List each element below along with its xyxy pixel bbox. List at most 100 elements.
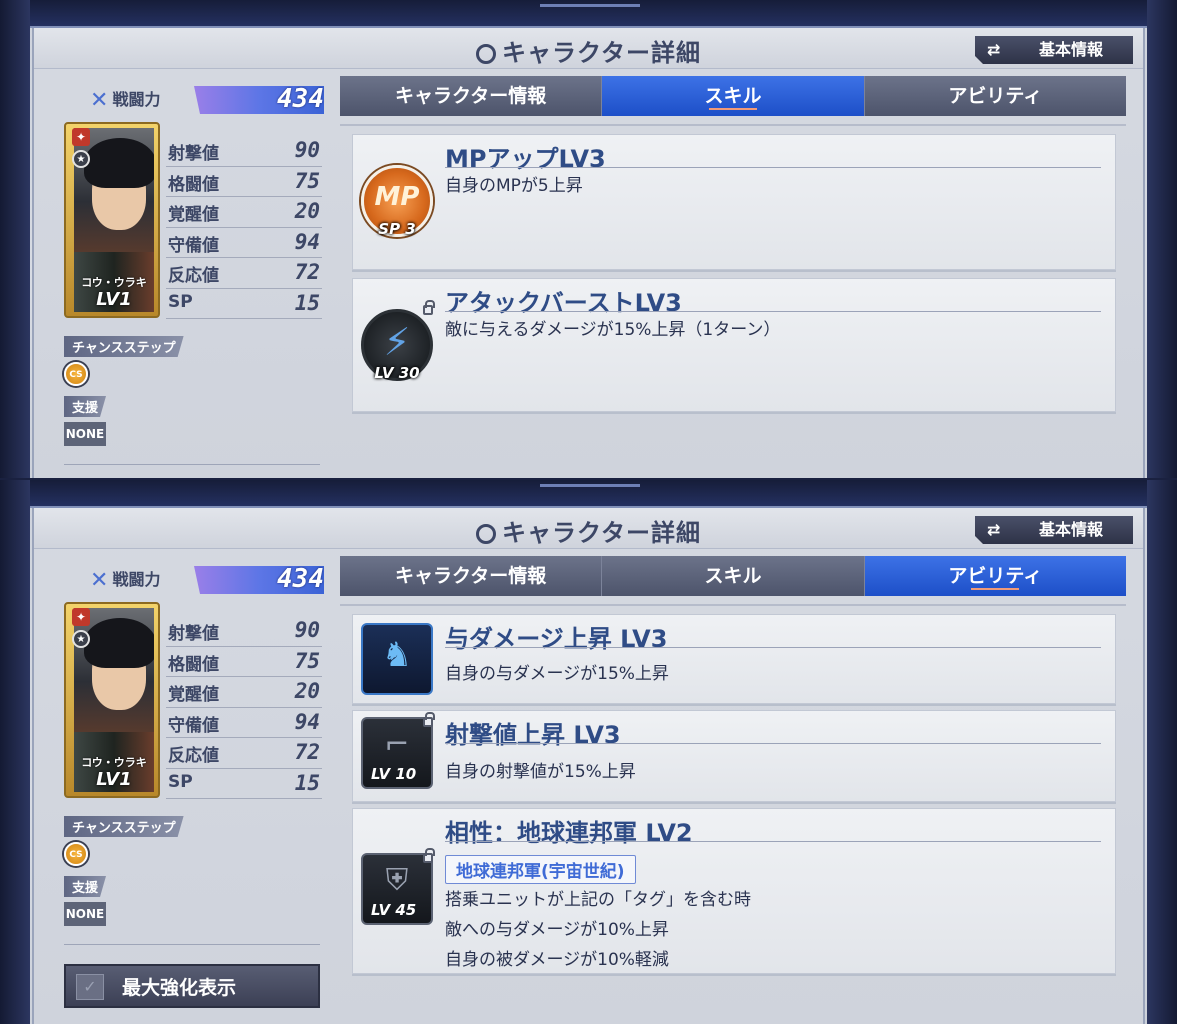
stat-value: 94	[294, 229, 320, 254]
stats-list: 射撃値 90 格闘値 75 覚醒値 20 守備値 94 反応値 72 SP 15	[166, 616, 322, 799]
shuffle-icon: ⇄	[987, 40, 1001, 59]
lock-icon	[423, 712, 435, 727]
stat-row: SP 15	[166, 289, 322, 319]
tab-ability[interactable]: アビリティ	[865, 76, 1126, 116]
character-level: LV1	[96, 769, 132, 790]
bolt-glyph: ⚡	[383, 320, 411, 364]
skill-cost: SP 3	[378, 220, 416, 238]
ability-desc-line: 自身の被ダメージが10%軽減	[445, 950, 669, 970]
stat-row: 反応値 72	[166, 258, 322, 289]
panel-body: キャラクター詳細 ⇄ 基本情報 ✕ 戦闘力 434 コウ・ウラキ LV1 ✦ ★ 射…	[32, 508, 1145, 1024]
stat-row: 反応値 72	[166, 738, 322, 769]
rifle-glyph: ⌐	[384, 727, 410, 762]
ability-row[interactable]: ⌐ LV 10 射撃値上昇 LV3 自身の射撃値が15%上昇	[352, 710, 1116, 802]
stat-row: 格闘値 75	[166, 167, 322, 197]
pilot-glyph: ♞	[381, 635, 413, 675]
tab-character-info[interactable]: キャラクター情報	[340, 556, 603, 596]
skill-title: MPアップLV3	[445, 145, 606, 173]
stat-value: 90	[294, 138, 320, 162]
basic-info-button[interactable]: ⇄ 基本情報	[975, 516, 1133, 544]
character-card[interactable]: コウ・ウラキ LV1 ✦ ★	[64, 602, 160, 798]
row-rule	[445, 743, 1101, 744]
ability-desc-line: 搭乗ユニットが上記の「タグ」を含む時	[445, 890, 751, 910]
helmet-icon	[475, 524, 496, 544]
checkbox-icon: ✓	[76, 974, 104, 1000]
basic-info-button[interactable]: ⇄ 基本情報	[975, 36, 1133, 64]
stat-row: 守備値 94	[166, 708, 322, 738]
ability-desc: 自身の与ダメージが15%上昇	[445, 664, 669, 684]
tab-bar: キャラクター情報 スキル アビリティ	[340, 76, 1126, 116]
support-label: 支援	[64, 876, 106, 897]
power-value: 434	[277, 564, 324, 594]
frame-top	[0, 0, 1177, 28]
skill-row[interactable]: ⚡ LV 30 アタックバーストLV3 敵に与えるダメージが15%上昇（1ターン…	[352, 278, 1116, 412]
helmet-icon	[475, 44, 496, 64]
title-bar: キャラクター詳細 ⇄ 基本情報	[34, 508, 1143, 549]
stat-label: 格闘値	[168, 654, 219, 675]
power-label: ✕ 戦闘力	[90, 566, 160, 593]
ability-desc-line: 敵への与ダメージが10%上昇	[445, 920, 669, 940]
row-rule	[445, 311, 1101, 312]
faction-tag: 地球連邦軍(宇宙世紀)	[445, 855, 636, 884]
skill-title: アタックバーストLV3	[445, 289, 682, 317]
stats-list: 射撃値 90 格闘値 75 覚醒値 20 守備値 94 反応値 72 SP 15	[166, 136, 322, 319]
power-value: 434	[277, 84, 324, 114]
stat-value: 15	[294, 290, 320, 315]
stat-label: 守備値	[168, 235, 219, 256]
tab-skill[interactable]: スキル	[602, 76, 865, 116]
ability-row[interactable]: ⛨ LV 45 相性：地球連邦軍 LV2 地球連邦軍(宇宙世紀) 搭乗ユニットが…	[352, 808, 1116, 974]
basic-info-label: 基本情報	[1038, 520, 1103, 539]
max-enhance-label: 最大強化表示	[122, 977, 237, 999]
stat-value: 94	[294, 709, 320, 734]
character-card[interactable]: コウ・ウラキ LV1 ✦ ★	[64, 122, 160, 318]
tab-character-info[interactable]: キャラクター情報	[340, 76, 603, 116]
power-label-text: 戦闘力	[112, 90, 161, 109]
left-divider	[64, 944, 320, 945]
tab-ability[interactable]: アビリティ	[864, 556, 1126, 596]
basic-info-label: 基本情報	[1038, 40, 1103, 59]
title-bar: キャラクター詳細 ⇄ 基本情報	[34, 28, 1143, 69]
frame-left	[0, 0, 30, 478]
stat-row: 射撃値 90	[166, 616, 322, 647]
lightning-icon: ⚡ LV 30	[361, 309, 433, 382]
ability-row[interactable]: ♞ 与ダメージ上昇 LV3 自身の与ダメージが15%上昇	[352, 614, 1116, 704]
support-value: NONE	[64, 902, 106, 926]
row-rule	[445, 167, 1101, 168]
chance-step-icon[interactable]: CS	[64, 842, 88, 866]
chance-step-label: チャンスステップ	[64, 336, 184, 357]
tab-skill[interactable]: スキル	[602, 556, 865, 596]
stat-value: 15	[294, 770, 320, 795]
lock-icon	[423, 848, 435, 863]
crossed-swords-icon: ✕	[90, 88, 109, 113]
stat-row: 射撃値 90	[166, 136, 322, 167]
skill-row[interactable]: MP SP 3 MPアップLV3 自身のMPが5上昇	[352, 134, 1116, 270]
row-rule	[445, 647, 1101, 648]
stat-row: 覚醒値 20	[166, 677, 322, 708]
chance-step-icon[interactable]: CS	[64, 362, 88, 386]
stat-value: 72	[294, 260, 320, 284]
stat-label: 覚醒値	[168, 685, 219, 705]
stat-row: 守備値 94	[166, 228, 322, 258]
attack-type-icon: ✦	[72, 608, 90, 626]
frame-top	[0, 480, 1177, 508]
panel-body: キャラクター詳細 ⇄ 基本情報 ✕ 戦闘力 434 コウ・ウラキ LV1 ✦ ★ 射…	[32, 28, 1145, 478]
max-enhance-toggle[interactable]: ✓ 最大強化表示	[64, 964, 320, 1008]
skill-panel: キャラクター詳細 ⇄ 基本情報 ✕ 戦闘力 434 コウ・ウラキ LV1 ✦ ★ 射…	[0, 0, 1177, 478]
stat-row: SP 15	[166, 769, 322, 799]
character-level: LV1	[96, 289, 132, 310]
stat-label: 射撃値	[168, 144, 219, 164]
ability-unlock-level: LV 45	[371, 901, 417, 919]
stat-row: 覚醒値 20	[166, 197, 322, 228]
crossed-swords-icon: ✕	[90, 568, 109, 593]
stat-value: 20	[294, 199, 320, 223]
stat-value: 75	[294, 168, 320, 193]
stat-label: SP	[168, 771, 193, 792]
rifle-icon: ⌐ LV 10	[361, 717, 433, 789]
stat-label: 覚醒値	[168, 205, 219, 225]
portrait-hair	[84, 138, 154, 188]
content-divider	[340, 604, 1126, 606]
pilot-damage-icon: ♞	[361, 623, 433, 695]
support-value: NONE	[64, 422, 106, 446]
left-divider	[64, 464, 320, 465]
character-name: コウ・ウラキ	[81, 276, 147, 289]
